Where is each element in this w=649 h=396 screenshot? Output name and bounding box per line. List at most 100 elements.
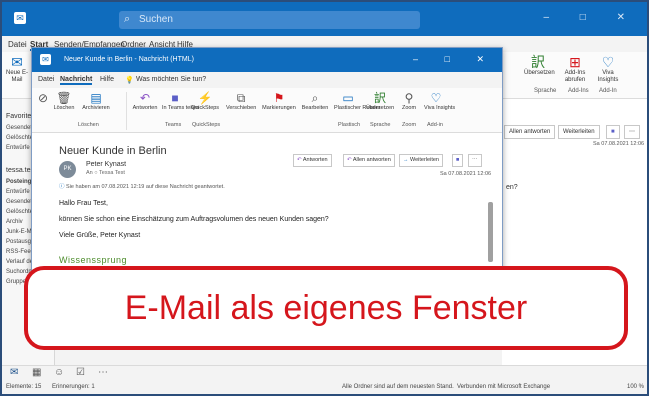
search-edit-icon: ⌕	[311, 91, 319, 105]
msg-menu-datei[interactable]: Datei	[38, 76, 54, 83]
main-titlebar: ✉ ⌕ Suchen – □ ✕	[2, 2, 647, 36]
group-addin: Add-In	[599, 88, 617, 94]
message-ribbon: ⊘ 🗑 Löschen ▤ Archivieren ↶ Antworten ■ In T…	[32, 88, 502, 133]
status-bar: Elemente: 15 Erinnerungen: 1 Alle Ordner…	[2, 379, 647, 394]
outlook-icon: ✉	[14, 12, 26, 24]
more-actions-icon[interactable]: ⋯	[468, 154, 482, 167]
forward-button[interactable]: → Weiterleiten	[399, 154, 443, 167]
archive-icon: ▤	[90, 91, 102, 105]
status-zoom[interactable]: 100 %	[627, 384, 644, 390]
calendar-nav-icon[interactable]: ▦	[32, 367, 41, 378]
immersive-reader-button[interactable]: ▭ Plastischer Reader	[334, 91, 380, 111]
message-scrollbar[interactable]	[488, 194, 493, 274]
main-forward-button[interactable]: Weiterleiten	[558, 125, 600, 139]
zoom-button[interactable]: ⚲ Zoom	[398, 91, 420, 111]
ribbon-separator	[126, 92, 127, 130]
quicksteps-button[interactable]: ⚡ QuickSteps	[190, 91, 220, 111]
mail-nav-icon[interactable]: ✉	[10, 367, 18, 378]
status-sync: Alle Ordner sind auf dem neuesten Stand.	[342, 384, 454, 390]
message-window-title: Neuer Kunde in Berlin - Nachricht (HTML)	[64, 56, 194, 63]
teams-share-button[interactable]: ■ In Teams teilen	[162, 91, 199, 111]
edit-button[interactable]: ⌕ Bearbeiten	[300, 91, 330, 111]
group-loeschen: Löschen	[78, 122, 99, 128]
search-icon: ⌕	[124, 13, 131, 25]
search-placeholder: Suchen	[139, 14, 173, 25]
reply-all-button[interactable]: ↶ Allen antworten	[343, 154, 395, 167]
main-translate-button[interactable]: 訳 Übersetzen	[524, 54, 555, 77]
main-message-date: Sa 07.08.2021 12:06	[593, 141, 645, 147]
sender-avatar[interactable]: PK	[59, 161, 76, 178]
group-quicksteps: QuickSteps	[192, 122, 221, 128]
new-mail-button[interactable]: ✉ Neue E-Mail	[6, 54, 28, 84]
folder-item[interactable]: Gelöschte	[6, 209, 33, 215]
outlook-icon: ✉	[40, 54, 51, 65]
viva-icon: ♡	[601, 54, 615, 70]
respond-button[interactable]: ↶ Antworten	[130, 91, 160, 111]
tell-me-search[interactable]: Was möchten Sie tun?	[136, 76, 206, 83]
lightbulb-icon: 💡	[125, 77, 134, 84]
main-teams-icon[interactable]: ■	[606, 125, 620, 139]
message-subject: Neuer Kunde in Berlin	[59, 145, 167, 157]
more-nav-icon[interactable]: ⋯	[98, 367, 108, 378]
forward-icon: →	[403, 157, 411, 163]
body-question: können Sie schon eine Einschätzung zum A…	[59, 216, 329, 223]
junk-icon: ⊘	[37, 91, 49, 105]
group-addin: Add-in	[427, 122, 443, 128]
flag-icon: ⚑	[273, 91, 285, 105]
bottom-navigation: ✉ ▦ ☺ ☑ ⋯	[2, 365, 647, 380]
addins-icon: ⊞	[569, 54, 581, 70]
msg-menu-nachricht[interactable]: Nachricht	[60, 76, 93, 85]
sender-name[interactable]: Peter Kynast	[86, 161, 126, 168]
status-connection: Verbunden mit Microsoft Exchange	[457, 384, 551, 390]
main-reply-all-button[interactable]: Allen antworten	[504, 125, 556, 139]
group-sprache: Sprache	[370, 122, 391, 128]
status-reminders[interactable]: Erinnerungen: 1	[52, 384, 95, 390]
window-controls[interactable]: – □ ✕	[543, 12, 639, 23]
tasks-nav-icon[interactable]: ☑	[76, 367, 85, 378]
reply-icon: ↶	[139, 91, 151, 105]
archive-button[interactable]: ▤ Archivieren	[80, 91, 112, 111]
message-window-controls[interactable]: – □ ✕	[413, 54, 496, 65]
viva-icon: ♡	[430, 91, 442, 105]
msg-menu-hilfe[interactable]: Hilfe	[100, 76, 114, 83]
trash-icon: 🗑	[56, 91, 72, 105]
main-question-fragment: en?	[506, 184, 518, 191]
message-menu-bar: Datei Nachricht Hilfe 💡 Was möchten Sie …	[32, 72, 502, 88]
recipient-line: An ○ Tessa Test	[86, 170, 125, 176]
teams-action-icon[interactable]: ■	[452, 154, 464, 167]
main-addins-button[interactable]: ⊞ Add-Ins abrufen	[562, 54, 588, 84]
caption-banner: E-Mail als eigenes Fenster	[24, 266, 628, 350]
message-titlebar: ✉ Neuer Kunde in Berlin - Nachricht (HTM…	[32, 48, 502, 72]
main-viva-button[interactable]: ♡ Viva Insights	[595, 54, 621, 84]
move-button[interactable]: ⧉ Verschieben	[226, 91, 256, 111]
junk-button[interactable]: ⊘	[36, 91, 50, 105]
group-zoom: Zoom	[402, 122, 417, 128]
new-mail-icon: ✉	[11, 54, 23, 70]
message-window: ✉ Neuer Kunde in Berlin - Nachricht (HTM…	[31, 47, 503, 277]
body-greeting: Hallo Frau Test,	[59, 200, 108, 207]
delete-button[interactable]: 🗑 Löschen	[50, 91, 78, 111]
scrollbar-thumb[interactable]	[488, 202, 493, 262]
reply-button[interactable]: ↶ Antworten	[293, 154, 332, 167]
message-date: Sa 07.08.2021 12:06	[440, 171, 492, 177]
folder-item[interactable]: Gelöschte	[6, 135, 33, 141]
tags-button[interactable]: ⚑ Markierungen	[262, 91, 296, 111]
menu-datei[interactable]: Datei	[8, 40, 27, 49]
main-more-icon[interactable]: ⋯	[624, 125, 640, 139]
folder-item[interactable]: Entwürfe	[6, 145, 30, 151]
reply-info-bar: ⓘ Sie haben am 07.08.2021 12:19 auf dies…	[59, 184, 225, 190]
translate-button[interactable]: 訳 Übersetzen	[366, 91, 394, 111]
viva-insights-button[interactable]: ♡ Viva Insights	[424, 91, 455, 111]
folder-item[interactable]: Archiv	[6, 219, 23, 225]
info-icon: ⓘ	[59, 184, 67, 190]
folder-item[interactable]: Entwürfe	[6, 189, 30, 195]
zoom-icon: ⚲	[404, 91, 414, 105]
lightning-icon: ⚡	[197, 91, 213, 105]
translate-icon: 訳	[373, 91, 386, 105]
search-box[interactable]: ⌕ Suchen	[119, 11, 420, 29]
move-icon: ⧉	[236, 91, 246, 105]
people-nav-icon[interactable]: ☺	[54, 367, 64, 378]
group-teams: Teams	[165, 122, 182, 128]
wissenssprung-logo: Wissenssprung	[59, 255, 128, 265]
group-sprache: Sprache	[534, 88, 557, 94]
